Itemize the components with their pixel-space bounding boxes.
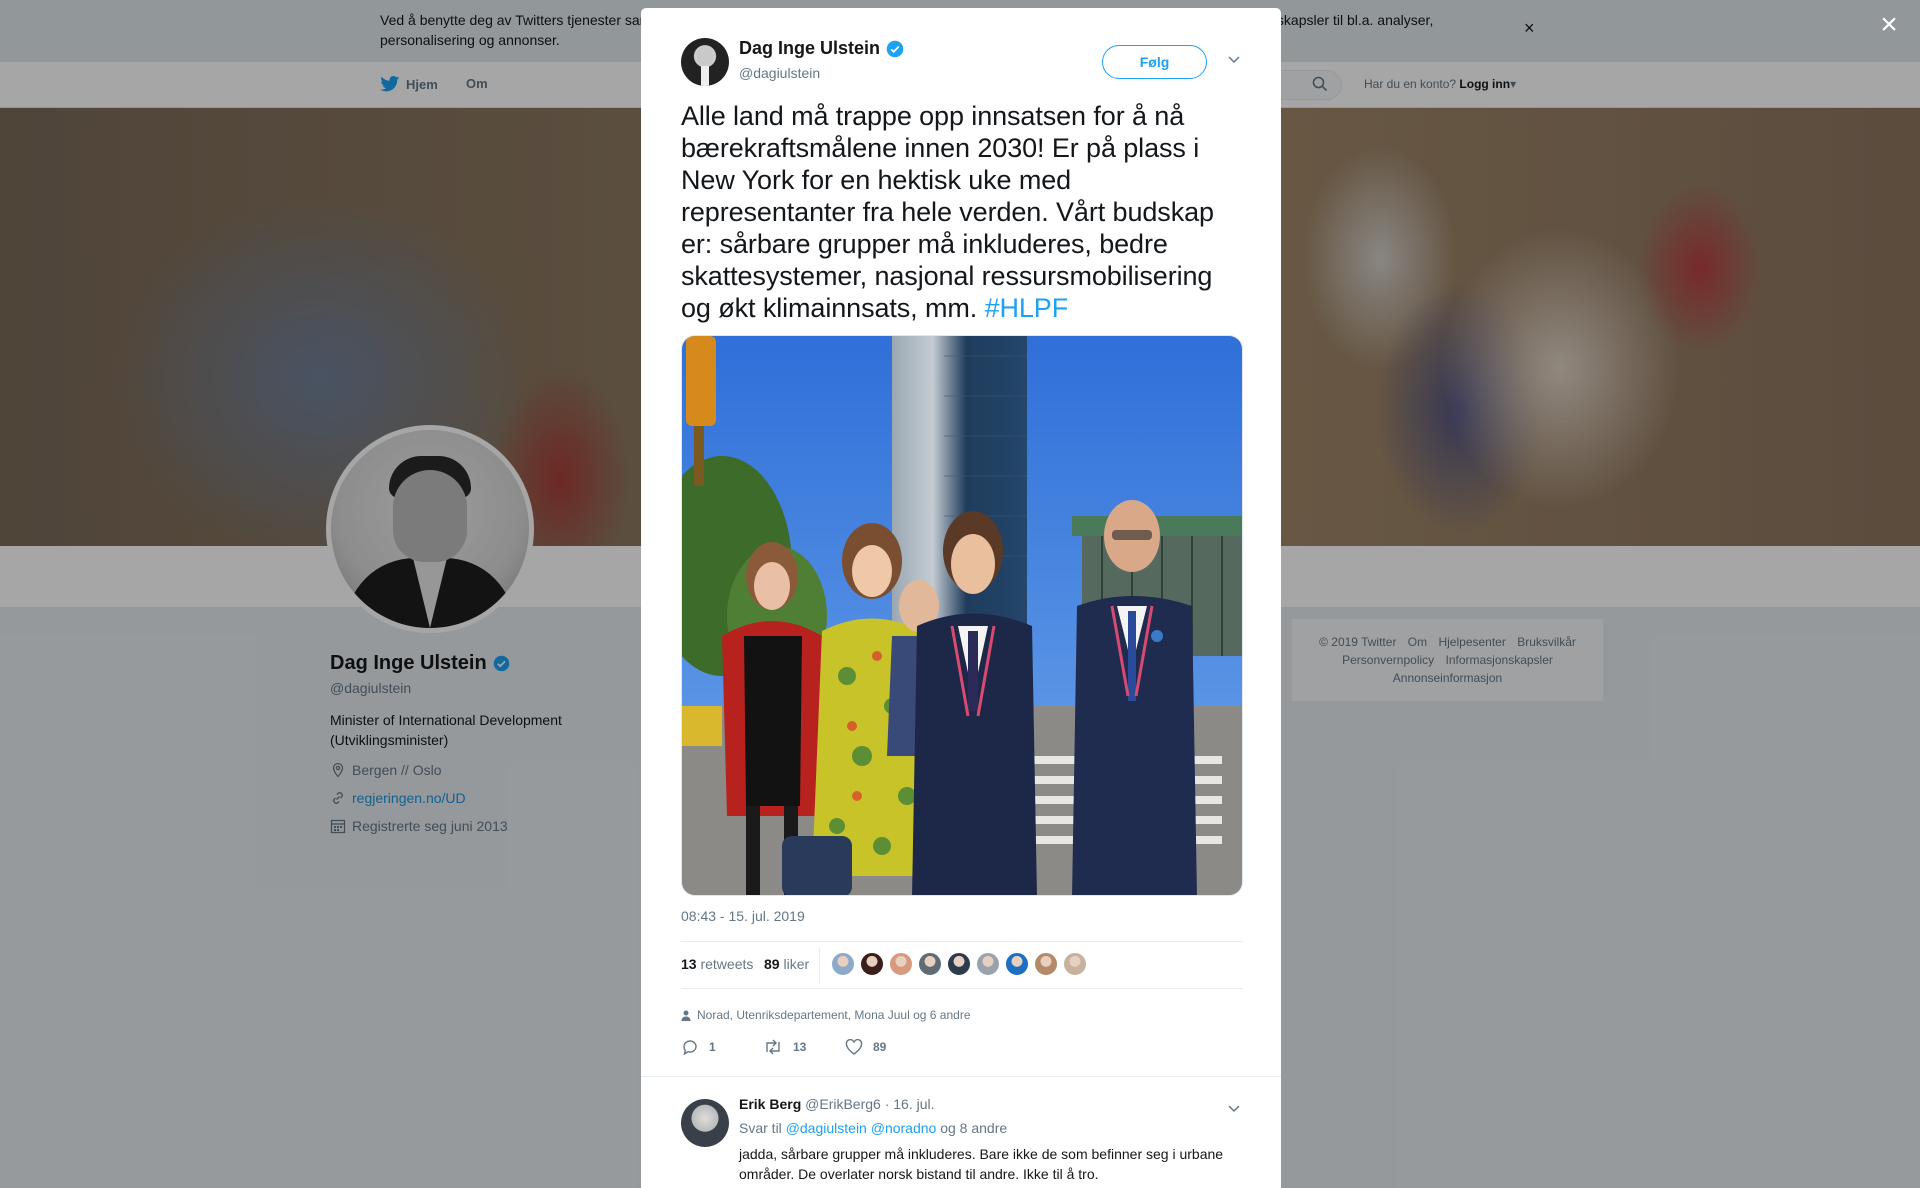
liker-avatar[interactable] <box>831 952 855 976</box>
tweet-stats: 13 retweets 89 liker <box>681 941 1243 989</box>
reply-date[interactable]: · 16. jul. <box>885 1096 935 1112</box>
reply-context: Svar til @dagiulstein @noradno og 8 andr… <box>739 1120 1007 1136</box>
chevron-down-icon[interactable] <box>1227 52 1241 66</box>
reply-text: jadda, sårbare grupper må inkluderes. Ba… <box>739 1146 1224 1182</box>
liker-avatar[interactable] <box>1005 952 1029 976</box>
like-count: 89 <box>873 1040 887 1054</box>
reply-suffix[interactable]: og 8 andre <box>940 1120 1007 1136</box>
tweet-actions: 1 13 89 <box>681 1038 927 1056</box>
tweet-modal: Dag Inge Ulstein @dagiulstein Følg Alle … <box>641 8 1281 1188</box>
tweet-body: Alle land må trappe opp innsatsen for å … <box>681 101 1214 323</box>
person-icon <box>681 1010 691 1021</box>
liker-avatar[interactable] <box>1034 952 1058 976</box>
close-overlay-icon[interactable]: × <box>1874 10 1904 40</box>
tweet-timestamp[interactable]: 08:43 - 15. jul. 2019 <box>681 908 805 924</box>
liked-by-context[interactable]: Norad, Utenriksdepartement, Mona Juul og… <box>681 1008 971 1022</box>
likes-count: 89 <box>764 956 780 972</box>
retweet-button[interactable]: 13 <box>763 1038 845 1056</box>
retweets-stat[interactable]: 13 retweets <box>681 956 753 972</box>
liker-avatar[interactable] <box>918 952 942 976</box>
liker-avatar[interactable] <box>947 952 971 976</box>
author-name[interactable]: Dag Inge Ulstein <box>739 38 904 59</box>
reply-count: 1 <box>709 1040 716 1054</box>
heart-icon <box>845 1039 863 1055</box>
hashtag-link[interactable]: #HLPF <box>985 293 1069 323</box>
retweets-label: retweets <box>700 956 754 972</box>
photo-scene-image <box>682 336 1242 895</box>
chevron-down-icon[interactable] <box>1227 1101 1241 1115</box>
reply-author-avatar[interactable] <box>681 1099 729 1147</box>
follow-button[interactable]: Følg <box>1102 45 1207 79</box>
retweet-count: 13 <box>793 1040 807 1054</box>
author-name-text: Dag Inge Ulstein <box>739 38 881 58</box>
liker-avatars <box>831 952 1087 976</box>
tweet-text: Alle land må trappe opp innsatsen for å … <box>681 100 1243 324</box>
like-button[interactable]: 89 <box>845 1038 927 1056</box>
reply-prefix: Svar til <box>739 1120 782 1136</box>
mention-link[interactable]: @noradno <box>871 1120 937 1136</box>
reply-icon <box>683 1040 697 1056</box>
author-handle[interactable]: @dagiulstein <box>739 65 820 81</box>
stats-divider <box>819 948 820 984</box>
tweet-photo[interactable] <box>681 335 1243 896</box>
reply-author-name[interactable]: Erik Berg <box>739 1096 801 1112</box>
author-avatar[interactable] <box>681 38 729 86</box>
liker-avatar[interactable] <box>976 952 1000 976</box>
liker-avatar[interactable] <box>860 952 884 976</box>
liker-avatar[interactable] <box>1063 952 1087 976</box>
liked-by-text: Norad, Utenriksdepartement, Mona Juul og… <box>697 1008 971 1022</box>
liker-avatar[interactable] <box>889 952 913 976</box>
mention-link[interactable]: @dagiulstein <box>786 1120 867 1136</box>
reply-author-handle[interactable]: @ErikBerg6 <box>805 1096 881 1112</box>
verified-badge-icon <box>886 40 904 57</box>
likes-label: liker <box>783 956 810 972</box>
reply-button[interactable]: 1 <box>681 1038 763 1056</box>
likes-stat[interactable]: 89 liker <box>764 956 809 972</box>
retweets-count: 13 <box>681 956 697 972</box>
reply-header: Erik Berg @ErikBerg6 · 16. jul. <box>739 1096 935 1112</box>
retweet-icon <box>766 1039 780 1055</box>
reply-tweet[interactable]: Erik Berg @ErikBerg6 · 16. jul. Svar til… <box>641 1076 1281 1188</box>
